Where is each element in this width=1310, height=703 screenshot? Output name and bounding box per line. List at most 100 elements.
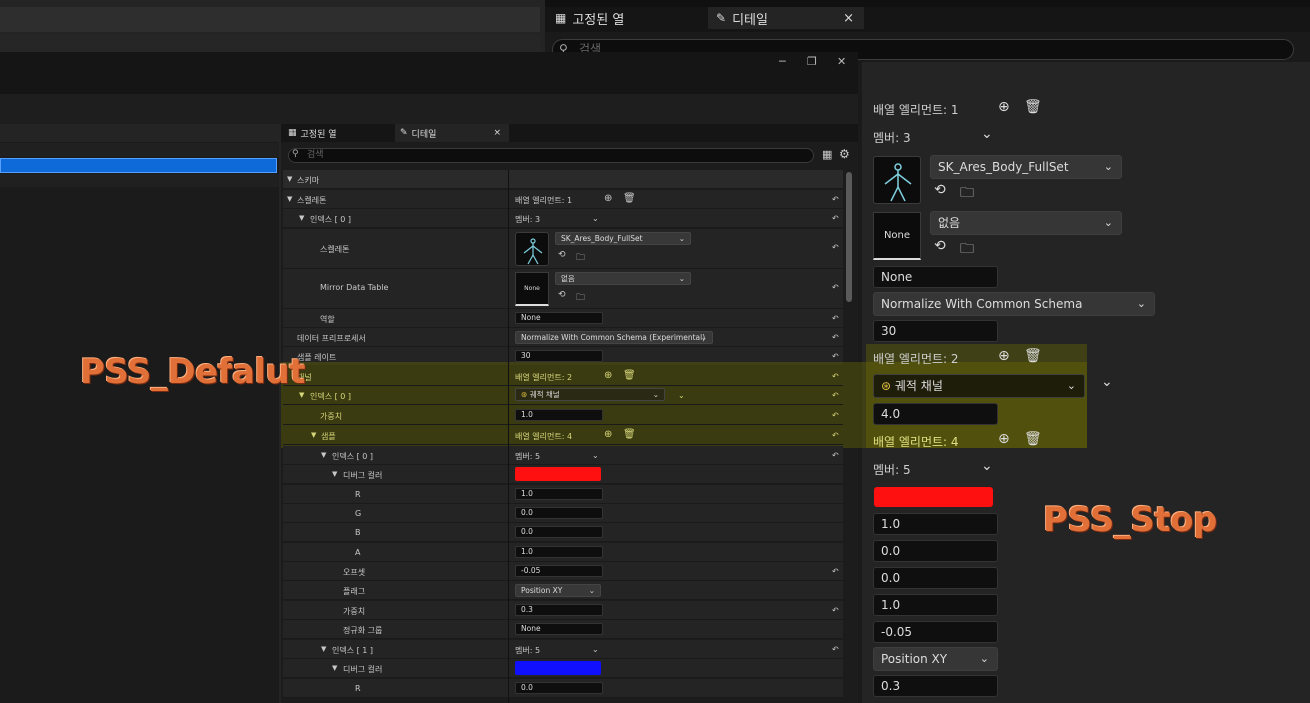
preprocessor-combo[interactable]: Normalize With Common Schema (Experiment…	[515, 331, 713, 344]
role-input[interactable]: None	[515, 312, 603, 324]
restore-button[interactable]: ❐	[807, 55, 817, 68]
browse-folder-icon[interactable]: 🗀	[960, 238, 974, 262]
reset-icon[interactable]: ↶	[832, 352, 839, 361]
close-tab-icon[interactable]: ×	[493, 128, 501, 138]
settings-gear-icon[interactable]: ⚙	[839, 147, 850, 161]
add-element-icon[interactable]: ⊕	[998, 431, 1010, 447]
mirror-thumbnail-large[interactable]: None	[873, 212, 921, 260]
table-view-icon[interactable]: ▦	[822, 148, 832, 161]
add-element-icon[interactable]: ⊕	[998, 348, 1010, 364]
b-input-large[interactable]: 0.0	[873, 567, 998, 589]
reset-icon[interactable]: ↶	[832, 333, 839, 342]
chevron-down-icon[interactable]: ⌄	[592, 214, 599, 223]
r-input[interactable]: 1.0	[515, 488, 603, 500]
reset-icon[interactable]: ↶	[832, 195, 839, 204]
trajectory-channel-combo-large[interactable]: ⊛ 궤적 채널 ⌄	[873, 374, 1085, 398]
skeleton-thumbnail[interactable]	[515, 232, 549, 266]
g-input[interactable]: 0.0	[515, 507, 603, 519]
minimize-button[interactable]: ─	[779, 55, 786, 68]
tab-pinned-columns-small[interactable]: ▦ 고정된 열	[283, 124, 342, 142]
reset-icon[interactable]: ↶	[832, 567, 839, 576]
reset-icon[interactable]: ↶	[832, 411, 839, 420]
skeleton-thumbnail-large[interactable]	[873, 156, 921, 204]
trash-icon[interactable]: 🗑	[1024, 348, 1042, 364]
tab-pinned-columns[interactable]: ▦ 고정된 열	[547, 7, 632, 29]
expand-arrow-icon[interactable]: ▼	[299, 391, 304, 399]
chevron-down-icon[interactable]: ⌄	[981, 458, 993, 474]
reset-icon[interactable]: ↶	[832, 645, 839, 654]
reset-icon[interactable]: ↶	[832, 451, 839, 460]
trash-icon[interactable]: 🗑	[623, 370, 636, 381]
a-input[interactable]: 1.0	[515, 546, 603, 558]
debug-color-swatch-large[interactable]	[874, 487, 993, 507]
trash-icon[interactable]: 🗑	[1024, 431, 1042, 447]
offset-input-large[interactable]: -0.05	[873, 621, 998, 643]
reset-icon[interactable]: ↶	[832, 431, 839, 440]
flags-combo-large[interactable]: Position XY ⌄	[873, 647, 998, 671]
mirror-table-combo-large[interactable]: 없음 ⌄	[930, 211, 1122, 235]
use-selected-icon[interactable]: ⟲	[934, 182, 946, 198]
browse-folder-icon[interactable]: 🗀	[576, 250, 585, 266]
trash-icon[interactable]: 🗑	[623, 429, 636, 440]
a-input-large[interactable]: 1.0	[873, 594, 998, 616]
list-item[interactable]	[0, 143, 279, 157]
b-input[interactable]: 0.0	[515, 526, 603, 538]
add-element-icon[interactable]: ⊕	[604, 193, 612, 204]
chevron-down-icon[interactable]: ⌄	[592, 451, 599, 460]
mirror-thumbnail[interactable]: None	[515, 272, 549, 306]
add-element-icon[interactable]: ⊕	[998, 99, 1010, 115]
weight2-input-large[interactable]: 0.3	[873, 675, 998, 697]
close-window-button[interactable]: ✕	[837, 55, 846, 68]
g-input-large[interactable]: 0.0	[873, 540, 998, 562]
chevron-down-icon[interactable]: ⌄	[1101, 374, 1113, 390]
sample-rate-input[interactable]: 30	[515, 350, 603, 362]
sample-rate-input-large[interactable]: 30	[873, 320, 998, 342]
browse-folder-icon[interactable]: 🗀	[960, 182, 974, 206]
expand-arrow-icon[interactable]: ▼	[332, 664, 337, 672]
use-selected-icon[interactable]: ⟲	[558, 250, 566, 260]
expand-arrow-icon[interactable]: ▼	[299, 214, 304, 222]
add-element-icon[interactable]: ⊕	[604, 370, 612, 381]
browse-folder-icon[interactable]: 🗀	[576, 290, 585, 306]
weight-input[interactable]: 1.0	[515, 409, 603, 421]
reset-icon[interactable]: ↶	[832, 283, 839, 292]
details-search-input[interactable]: 검색	[288, 148, 814, 163]
trash-icon[interactable]: 🗑	[1024, 99, 1042, 115]
chevron-down-icon[interactable]: ⌄	[678, 391, 685, 400]
scrollbar[interactable]	[846, 172, 852, 302]
reset-icon[interactable]: ↶	[832, 372, 839, 381]
reset-icon[interactable]: ↶	[832, 391, 839, 400]
offset-input[interactable]: -0.05	[515, 565, 603, 577]
trajectory-channel-combo[interactable]: ⊛ 궤적 채널 ⌄	[515, 388, 665, 401]
r2-input[interactable]: 0.0	[515, 682, 603, 694]
tab-details[interactable]: ✎ 디테일 ×	[708, 7, 864, 29]
add-element-icon[interactable]: ⊕	[604, 429, 612, 440]
skeleton-asset-combo-large[interactable]: SK_Ares_Body_FullSet ⌄	[930, 155, 1122, 179]
flags-combo[interactable]: Position XY ⌄	[515, 584, 601, 597]
trash-icon[interactable]: 🗑	[623, 193, 636, 204]
mirror-table-combo[interactable]: 없음 ⌄	[555, 272, 691, 285]
reset-icon[interactable]: ↶	[832, 606, 839, 615]
weight-input-large[interactable]: 4.0	[873, 403, 998, 425]
role-input-large[interactable]: None	[873, 266, 998, 288]
list-item-selected[interactable]	[0, 158, 277, 173]
reset-icon[interactable]: ↶	[832, 243, 839, 252]
expand-arrow-icon[interactable]: ▼	[287, 175, 292, 183]
list-item[interactable]	[0, 174, 279, 187]
reset-icon[interactable]: ↶	[832, 314, 839, 323]
category-row-schema[interactable]: ▼ 스키마	[283, 170, 843, 189]
use-selected-icon[interactable]: ⟲	[934, 238, 946, 254]
preprocessor-combo-large[interactable]: Normalize With Common Schema (Experiment…	[873, 292, 1155, 333]
chevron-down-icon[interactable]: ⌄	[981, 126, 993, 142]
r-input-large[interactable]: 1.0	[873, 513, 998, 535]
debug-color-swatch-blue[interactable]	[515, 661, 601, 675]
close-tab-icon[interactable]: ×	[843, 11, 854, 26]
tab-details-small[interactable]: ✎ 디테일 ×	[395, 124, 509, 142]
expand-arrow-icon[interactable]: ▼	[287, 195, 292, 203]
expand-arrow-icon[interactable]: ▼	[332, 470, 337, 478]
debug-color-swatch-red[interactable]	[515, 467, 601, 481]
chevron-down-icon[interactable]: ⌄	[592, 645, 599, 654]
column-splitter[interactable]	[508, 170, 509, 703]
norm-group-input[interactable]: None	[515, 623, 603, 635]
expand-arrow-icon[interactable]: ▼	[321, 451, 326, 459]
